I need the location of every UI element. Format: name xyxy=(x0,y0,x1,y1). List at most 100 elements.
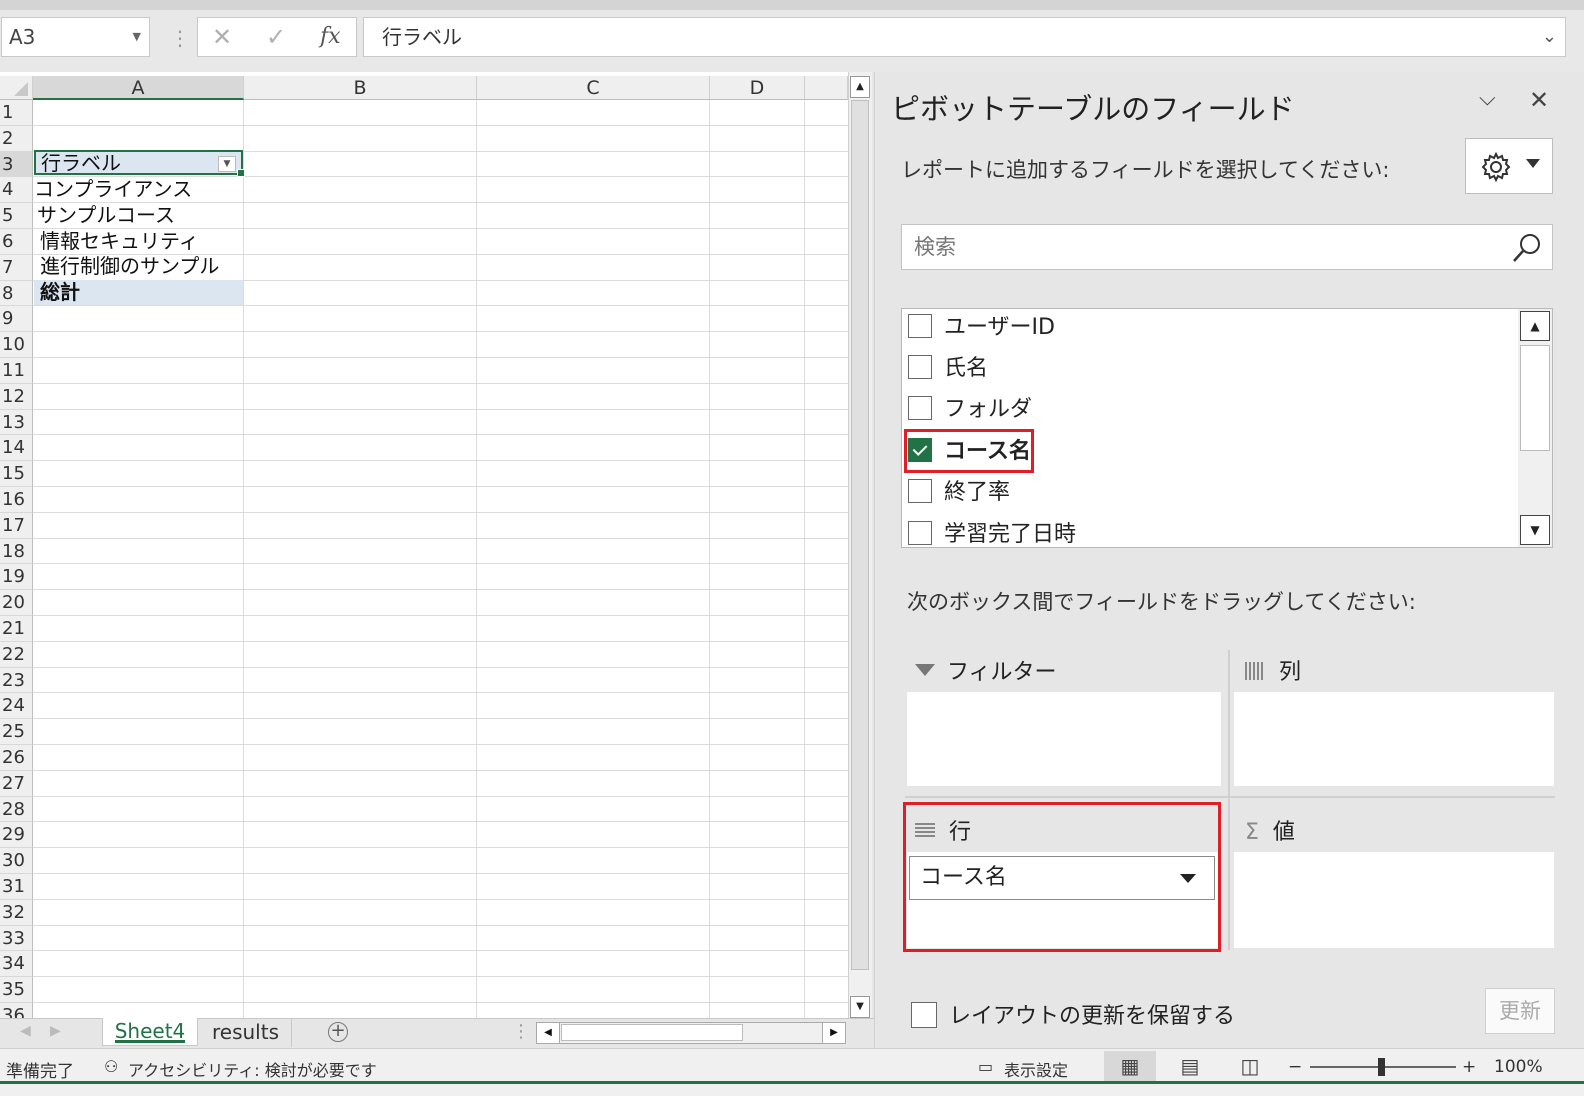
column-header-d[interactable]: D xyxy=(710,76,805,100)
field-checkbox[interactable] xyxy=(908,355,932,379)
tab-prev-icon[interactable]: ◀ xyxy=(20,1023,31,1039)
row-header[interactable]: 5 xyxy=(0,203,33,229)
scroll-right-icon[interactable]: ▶ xyxy=(822,1023,845,1043)
row-header[interactable]: 20 xyxy=(0,590,33,616)
field-list-scrollbar[interactable]: ▲ ▼ xyxy=(1518,309,1552,547)
row-header[interactable]: 14 xyxy=(0,435,33,462)
page-layout-view-icon[interactable]: ▤ xyxy=(1164,1051,1216,1081)
columns-drop-zone[interactable] xyxy=(1234,692,1554,786)
row-header[interactable]: 3 xyxy=(0,151,33,178)
column-header-c[interactable]: C xyxy=(477,76,710,100)
row-header[interactable]: 4 xyxy=(0,177,33,204)
name-box[interactable]: A3 ▼ xyxy=(1,17,150,57)
display-settings-icon[interactable]: ▭ xyxy=(978,1057,993,1076)
defer-layout-update[interactable]: レイアウトの更新を保留する xyxy=(911,998,1235,1030)
row-header[interactable]: 27 xyxy=(0,770,33,797)
column-header-a[interactable]: A xyxy=(33,76,244,100)
insert-function-icon[interactable]: fx xyxy=(320,24,341,49)
row-header[interactable]: 9 xyxy=(0,306,33,333)
row-header[interactable]: 17 xyxy=(0,512,33,539)
field-item-completion-rate[interactable]: 終了率 xyxy=(908,474,1010,512)
page-break-view-icon[interactable]: ◫ xyxy=(1224,1051,1276,1081)
field-item-user-id[interactable]: ユーザーID xyxy=(908,309,1055,347)
row-header[interactable]: 19 xyxy=(0,564,33,591)
row-header[interactable]: 34 xyxy=(0,951,33,978)
scroll-down-icon[interactable]: ▼ xyxy=(850,996,870,1018)
splitter-handle[interactable]: ⋮ xyxy=(512,1021,530,1042)
row-header[interactable]: 26 xyxy=(0,745,33,771)
row-header[interactable]: 7 xyxy=(0,254,33,281)
scroll-down-icon[interactable]: ▼ xyxy=(1520,515,1550,545)
row-header[interactable]: 6 xyxy=(0,229,33,255)
row-header[interactable]: 1 xyxy=(0,100,33,126)
accessibility-status[interactable]: アクセシビリティ: 検討が必要です xyxy=(128,1057,377,1081)
vertical-scrollbar[interactable]: ▲ ▼ xyxy=(848,72,872,1018)
column-header-b[interactable]: B xyxy=(244,76,477,100)
row-header[interactable]: 13 xyxy=(0,409,33,436)
field-checkbox[interactable] xyxy=(908,396,932,420)
fill-handle[interactable] xyxy=(237,169,245,177)
row-header[interactable]: 2 xyxy=(0,125,33,152)
zoom-in-icon[interactable]: + xyxy=(1462,1057,1476,1077)
update-button[interactable]: 更新 xyxy=(1485,988,1555,1034)
close-icon[interactable]: ✕ xyxy=(1529,86,1549,114)
row-header[interactable]: 25 xyxy=(0,719,33,745)
display-settings-button[interactable]: 表示設定 xyxy=(1004,1057,1068,1081)
row-header[interactable]: 36 xyxy=(0,1003,33,1018)
row-header[interactable]: 30 xyxy=(0,848,33,874)
row-header[interactable]: 22 xyxy=(0,641,33,668)
field-settings-button[interactable] xyxy=(1465,138,1553,194)
field-item-folder[interactable]: フォルダ xyxy=(908,391,1032,429)
row-header[interactable]: 28 xyxy=(0,796,33,823)
filter-drop-zone[interactable] xyxy=(907,692,1221,786)
cell-a5[interactable]: サンプルコース xyxy=(34,203,243,228)
cell-a8-grand-total[interactable]: 総計 xyxy=(34,280,243,305)
zoom-out-icon[interactable]: − xyxy=(1288,1057,1302,1077)
scroll-up-icon[interactable]: ▲ xyxy=(1520,311,1550,341)
row-header[interactable]: 23 xyxy=(0,667,33,694)
chevron-down-icon[interactable]: ⌵ xyxy=(1479,86,1496,111)
field-checkbox[interactable] xyxy=(908,521,932,545)
row-header[interactable]: 8 xyxy=(0,280,33,307)
column-header-e[interactable] xyxy=(805,76,848,100)
field-item-name[interactable]: 氏名 xyxy=(908,350,988,388)
row-header[interactable]: 10 xyxy=(0,332,33,358)
row-header[interactable]: 31 xyxy=(0,874,33,900)
search-icon[interactable] xyxy=(1510,231,1544,265)
select-all-corner[interactable] xyxy=(0,76,33,100)
scroll-thumb[interactable] xyxy=(851,100,869,970)
defer-checkbox[interactable] xyxy=(911,1002,937,1028)
cancel-icon[interactable]: ✕ xyxy=(212,23,232,51)
enter-icon[interactable]: ✓ xyxy=(266,23,286,51)
chevron-down-icon[interactable]: ▼ xyxy=(133,18,141,56)
row-header[interactable]: 12 xyxy=(0,383,33,410)
scroll-thumb[interactable] xyxy=(1520,345,1550,451)
scroll-up-icon[interactable]: ▲ xyxy=(850,76,870,98)
cell-a4[interactable]: コンプライアンス xyxy=(34,177,243,202)
field-item-completion-datetime[interactable]: 学習完了日時 xyxy=(908,516,1076,547)
formula-input[interactable]: 行ラベル ⌄ xyxy=(363,17,1566,57)
row-header[interactable]: 33 xyxy=(0,925,33,952)
cell-a7[interactable]: 進行制御のサンプル xyxy=(34,254,243,279)
expand-formula-icon[interactable]: ⌄ xyxy=(1542,18,1557,56)
normal-view-icon[interactable]: ▦ xyxy=(1104,1051,1156,1081)
row-header[interactable]: 16 xyxy=(0,487,33,513)
zoom-slider-thumb[interactable] xyxy=(1378,1058,1385,1076)
row-header[interactable]: 29 xyxy=(0,822,33,849)
row-header[interactable]: 24 xyxy=(0,693,33,720)
row-header[interactable]: 35 xyxy=(0,977,33,1003)
tab-sheet4[interactable]: Sheet4 xyxy=(102,1018,198,1046)
row-header[interactable]: 18 xyxy=(0,538,33,565)
filter-dropdown-icon[interactable]: ▼ xyxy=(218,156,236,172)
row-header[interactable]: 21 xyxy=(0,616,33,642)
row-header[interactable]: 15 xyxy=(0,461,33,487)
accessibility-icon[interactable]: ⚇ xyxy=(104,1057,118,1076)
zoom-level[interactable]: 100% xyxy=(1494,1057,1543,1077)
tab-results[interactable]: results xyxy=(200,1019,292,1047)
field-list[interactable]: ユーザーID 氏名 フォルダ コース名 終了率 学習完了日時 ▲ ▼ xyxy=(901,308,1553,548)
row-header[interactable]: 32 xyxy=(0,899,33,926)
cell-a3-row-labels[interactable]: 行ラベル ▼ xyxy=(34,150,245,177)
more-options-icon[interactable]: ⋮ xyxy=(170,26,190,50)
horizontal-scroll-thumb[interactable] xyxy=(561,1024,743,1041)
scroll-left-icon[interactable]: ◀ xyxy=(537,1023,560,1043)
